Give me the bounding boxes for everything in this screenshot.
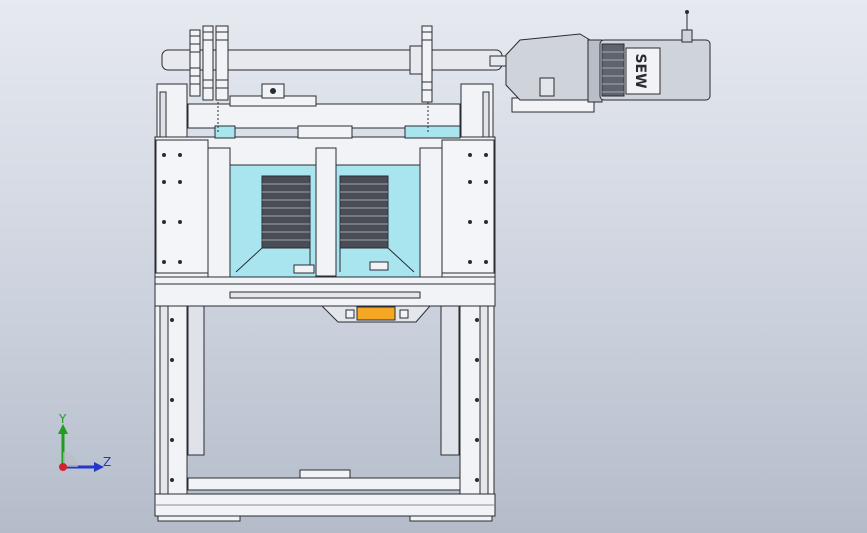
sprocket-1[interactable] xyxy=(189,29,201,97)
leg-bolts xyxy=(170,318,479,482)
motor-terminal xyxy=(681,29,693,43)
discharge-unit[interactable] xyxy=(320,305,432,323)
handle-latch-right xyxy=(399,309,409,319)
right-column-slot xyxy=(482,91,490,139)
right-side-plate xyxy=(441,139,495,274)
right-inner-plate xyxy=(440,304,460,456)
motor-brand-label: SEW xyxy=(632,53,648,88)
left-column-slot xyxy=(159,91,167,139)
y-axis-label: Y xyxy=(59,412,67,426)
left-leg-slot xyxy=(159,302,169,496)
sprocket-2[interactable] xyxy=(202,25,214,101)
handle-latch-left xyxy=(345,309,355,319)
right-louver xyxy=(339,175,389,249)
carriage-top-tab xyxy=(297,125,353,139)
right-foot xyxy=(409,515,493,522)
motor-antenna-tip xyxy=(685,10,689,14)
sprocket-4[interactable] xyxy=(421,25,433,103)
z-axis-label: Z xyxy=(103,455,112,469)
bottom-crossbar[interactable] xyxy=(187,477,461,491)
lower-frame[interactable] xyxy=(154,302,496,522)
discharge-handle[interactable] xyxy=(356,306,396,321)
gear-motor[interactable] xyxy=(505,10,711,113)
orientation-triad[interactable]: Y Z xyxy=(48,412,128,482)
cad-graphics-area[interactable]: SEW Y Z xyxy=(0,0,867,533)
left-inner-plate xyxy=(187,304,205,456)
right-leg-slot xyxy=(479,302,489,496)
left-foot xyxy=(157,515,241,522)
left-louver xyxy=(261,175,311,249)
machine-assembly-view[interactable]: SEW xyxy=(0,0,867,533)
gearbox-flange xyxy=(539,77,555,97)
right-hopper-block xyxy=(369,261,389,271)
left-hopper-block xyxy=(293,264,315,274)
right-glass-strip xyxy=(404,125,461,139)
left-side-plate xyxy=(155,139,209,274)
center-pillar[interactable] xyxy=(315,147,337,277)
bottom-bracket xyxy=(299,469,351,479)
sprocket-3[interactable] xyxy=(215,25,229,101)
top-crossbar[interactable] xyxy=(187,103,461,129)
triad-origin-dot xyxy=(59,463,67,471)
carriage[interactable] xyxy=(154,125,496,307)
lower-beam-groove xyxy=(229,291,421,299)
